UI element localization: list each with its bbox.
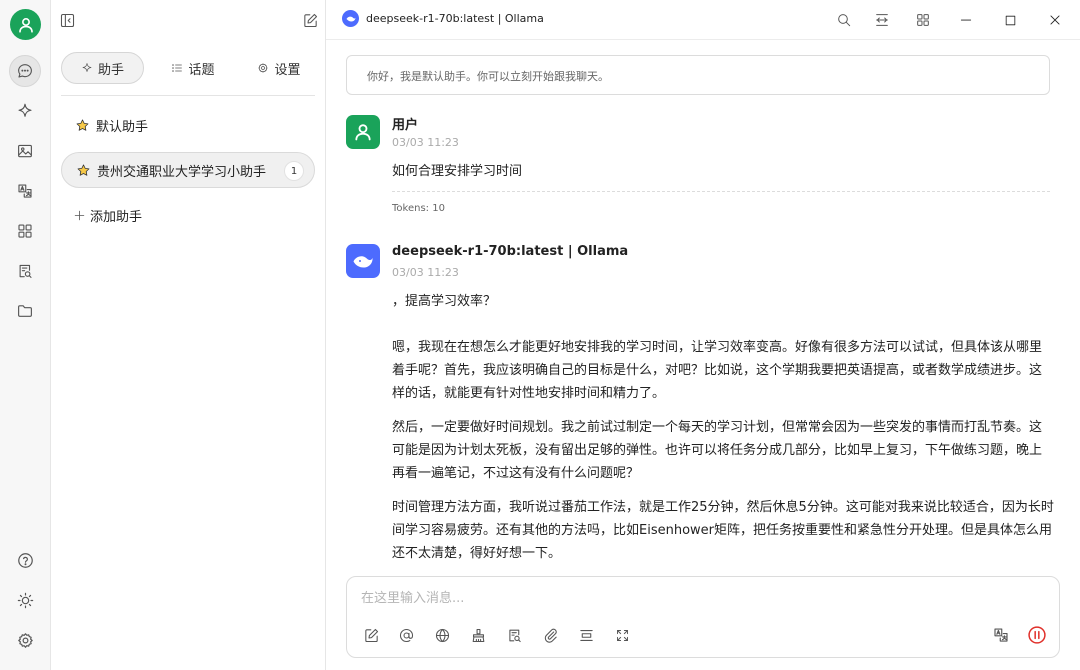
assistant-paragraph: ，提高学习效率？ — [392, 294, 497, 309]
deepseek-whale-icon — [342, 10, 359, 27]
icon-rail — [0, 0, 51, 670]
add-assistant-button[interactable]: 添加助手 — [61, 197, 315, 233]
tab-assistants[interactable]: 助手 — [61, 52, 144, 84]
globe-icon[interactable] — [432, 625, 452, 645]
knowledge-nav-icon[interactable] — [9, 255, 41, 287]
deepseek-avatar-icon — [346, 244, 380, 278]
search-icon[interactable] — [834, 10, 854, 30]
plus-icon — [74, 210, 85, 220]
model-title: deepseek-r1-70b:latest | Ollama — [342, 10, 544, 27]
token-count: Tokens: 10 — [392, 203, 445, 214]
assistant-item-guizhou[interactable]: 贵州交通职业大学学习小助手 1 — [61, 152, 315, 188]
assistant-name: 贵州交通职业大学学习小助手 — [97, 164, 267, 180]
image-nav-icon[interactable] — [9, 135, 41, 167]
broom-clear-icon[interactable] — [468, 625, 488, 645]
topic-count-badge: 1 — [284, 161, 304, 181]
chat-main: deepseek-r1-70b:latest | Ollama 你好，我是默认助… — [326, 0, 1080, 670]
folder-nav-icon[interactable] — [9, 295, 41, 327]
assistant-sender-name: deepseek-r1-70b:latest | Ollama — [392, 244, 629, 259]
greeting-banner: 你好，我是默认助手。你可以立刻开始跟我聊天。 — [346, 55, 1050, 95]
expand-icon[interactable] — [612, 625, 632, 645]
help-icon[interactable] — [9, 544, 41, 576]
knowledge-search-icon[interactable] — [504, 625, 524, 645]
message-divider — [392, 191, 1050, 192]
translate-icon[interactable] — [991, 625, 1011, 645]
tab-settings[interactable]: 设置 — [239, 52, 319, 84]
theme-sun-icon[interactable] — [9, 584, 41, 616]
tab-topics-label: 话题 — [188, 62, 215, 78]
context-length-icon[interactable] — [576, 625, 596, 645]
settings-gear-icon[interactable] — [9, 624, 41, 656]
assistant-panel: 助手 话题 设置 默认助手 贵州交通职业大学学习小助手 1 添加助手 — [51, 0, 326, 670]
add-assistant-label: 添加助手 — [90, 209, 143, 225]
assistant-item-default[interactable]: 默认助手 — [61, 107, 315, 143]
paperclip-icon[interactable] — [540, 625, 560, 645]
model-title-text: deepseek-r1-70b:latest | Ollama — [366, 12, 544, 25]
new-topic-icon[interactable] — [361, 625, 381, 645]
star-icon — [76, 118, 89, 131]
tab-assistants-label: 助手 — [97, 62, 124, 78]
fit-width-icon[interactable] — [872, 10, 892, 30]
user-sender-name: 用户 — [392, 118, 419, 133]
sparkle-icon — [82, 63, 92, 72]
tab-settings-label: 设置 — [274, 62, 301, 78]
close-icon[interactable] — [1045, 10, 1065, 30]
message-composer — [346, 576, 1060, 658]
assistant-message-time: 03/03 11:23 — [392, 266, 459, 279]
user-message-text: 如何合理安排学习时间 — [392, 164, 523, 179]
layout-grid-icon[interactable] — [913, 10, 933, 30]
list-icon — [172, 64, 183, 72]
assistant-paragraph: 嗯，我现在在想怎么才能更好地安排我的学习时间，让学习效率变高。好像有很多方法可以… — [392, 340, 1043, 401]
chat-nav-icon[interactable] — [9, 55, 41, 87]
stop-generating-icon[interactable] — [1027, 625, 1047, 645]
user-message-time: 03/03 11:23 — [392, 136, 459, 149]
apps-nav-icon[interactable] — [9, 215, 41, 247]
panel-tabs: 助手 话题 设置 — [61, 52, 315, 96]
star-icon — [77, 163, 90, 176]
assistant-paragraph: 时间管理方法方面，我听说过番茄工作法，就是工作25分钟，然后休息5分钟。这可能对… — [392, 500, 1054, 561]
assistant-paragraph: 然后，一定要做好时间规划。我之前试过制定一个每天的学习计划，但常常会因为一些突发… — [392, 420, 1043, 481]
gear-icon — [258, 63, 269, 73]
mention-at-icon[interactable] — [396, 625, 416, 645]
maximize-icon[interactable] — [1000, 10, 1020, 30]
assistant-name: 默认助手 — [96, 119, 149, 135]
sparkle-nav-icon[interactable] — [9, 95, 41, 127]
user-message-avatar-icon — [346, 115, 380, 149]
translate-nav-icon[interactable] — [9, 175, 41, 207]
minimize-icon[interactable] — [956, 10, 976, 30]
new-chat-icon[interactable] — [300, 10, 320, 30]
user-avatar-icon[interactable] — [10, 9, 41, 40]
message-input[interactable] — [361, 587, 1041, 609]
title-bar: deepseek-r1-70b:latest | Ollama — [326, 0, 1080, 40]
collapse-sidebar-icon[interactable] — [57, 10, 77, 30]
tab-topics[interactable]: 话题 — [153, 52, 233, 84]
